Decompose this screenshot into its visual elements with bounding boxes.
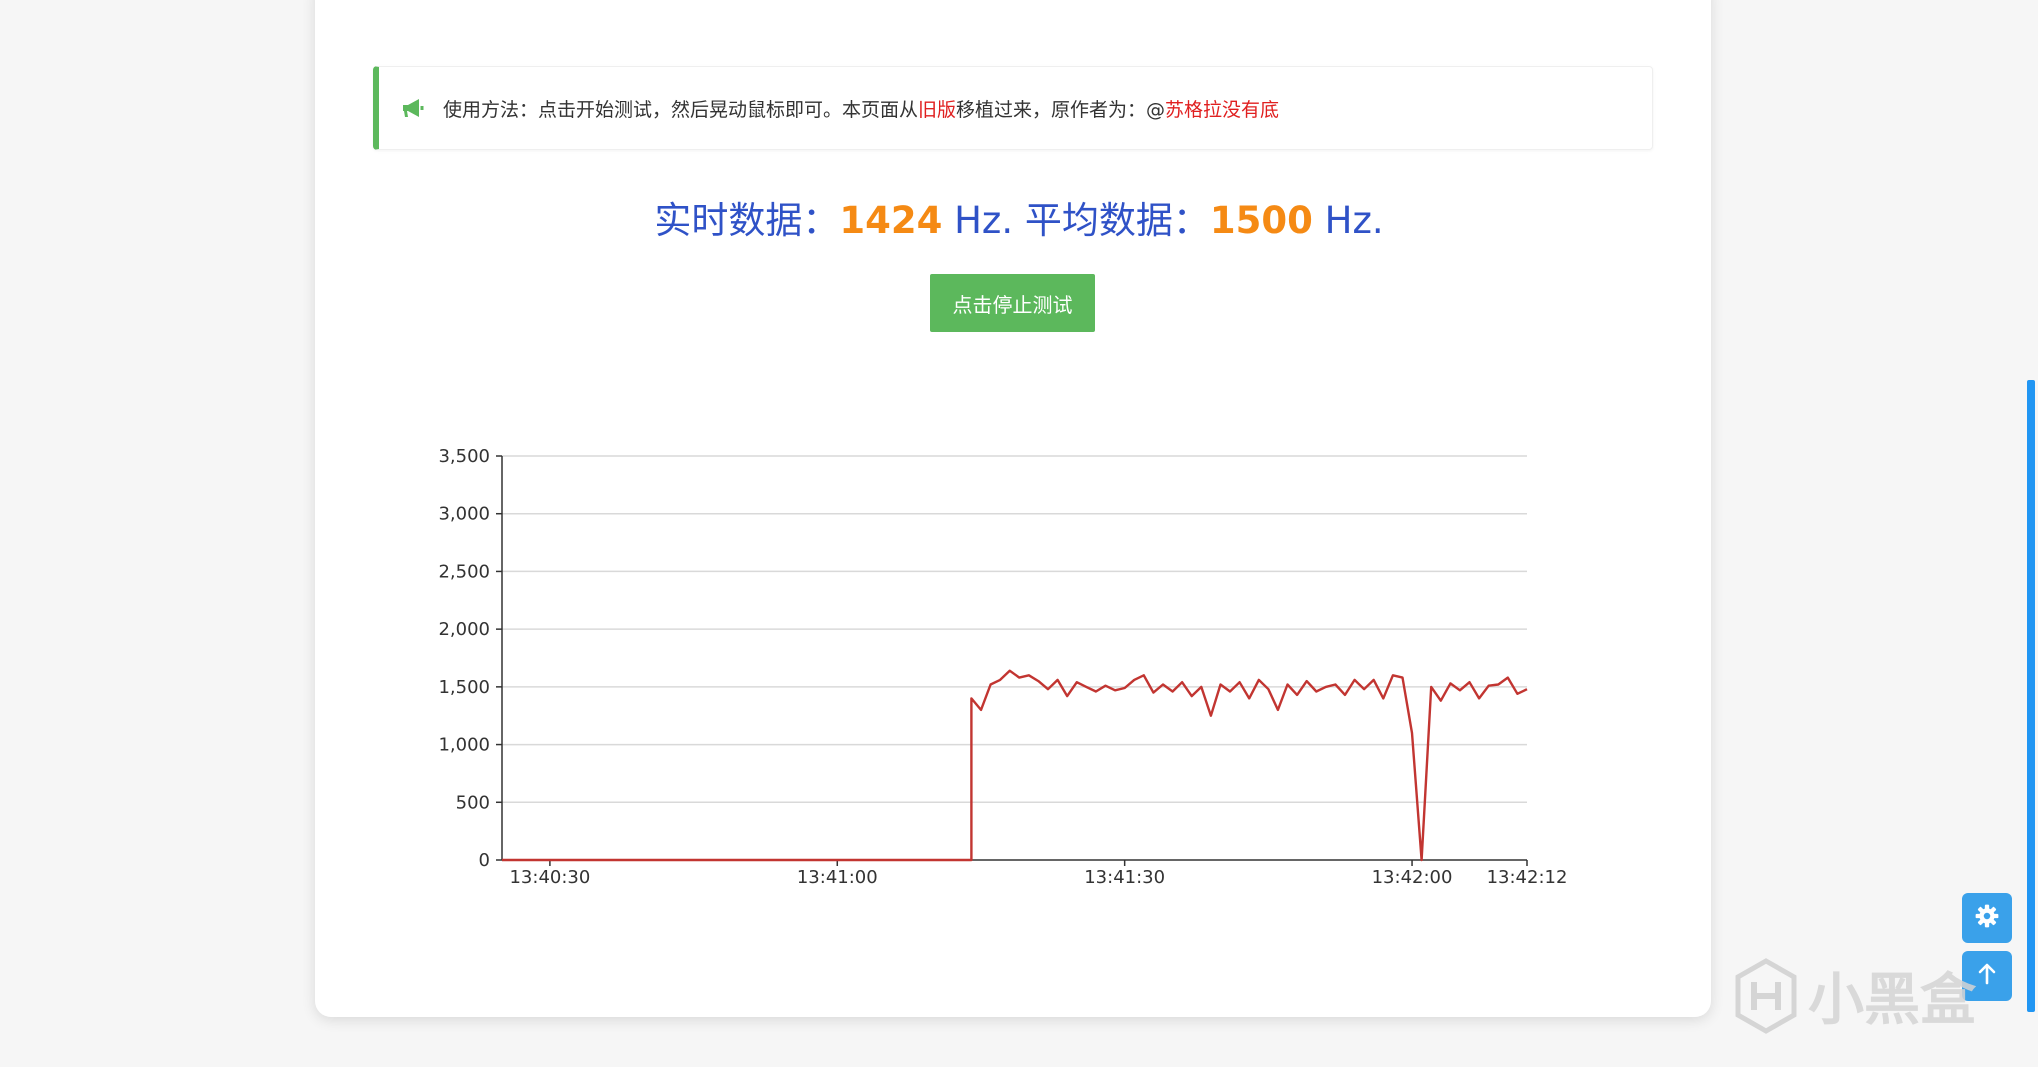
x-tick-label: 13:41:30	[1084, 867, 1165, 888]
arrow-up-icon	[1975, 962, 1999, 990]
y-tick-label: 1,500	[438, 677, 490, 698]
y-tick-label: 2,000	[438, 619, 490, 640]
settings-button[interactable]	[1962, 893, 2012, 943]
y-tick-label: 500	[456, 792, 490, 813]
watermark-text: 小黑盒	[1808, 968, 1976, 1033]
y-tick-label: 0	[479, 850, 490, 871]
x-tick-label: 13:40:30	[509, 867, 590, 888]
gear-icon	[1974, 903, 2000, 933]
heybox-logo-icon	[1735, 957, 1797, 1034]
y-tick-label: 2,500	[438, 561, 490, 582]
watermark: 小黑盒	[1734, 955, 1976, 1036]
polling-rate-chart: 0 500 1,000 1,500 2,000 2,500 3,000 3,500 13:40:…	[438, 446, 1568, 888]
x-tick-label: 13:41:00	[797, 867, 878, 888]
polling-rate-series-line	[502, 669, 1528, 862]
y-tick-label: 3,000	[438, 504, 490, 525]
y-tick-label: 1,000	[438, 735, 490, 756]
x-tick-label: 13:42:00	[1372, 867, 1453, 888]
x-tick-label: 13:42:12	[1487, 867, 1568, 888]
y-tick-label: 3,500	[438, 446, 490, 467]
scrollbar-thumb[interactable]	[2027, 380, 2035, 1012]
